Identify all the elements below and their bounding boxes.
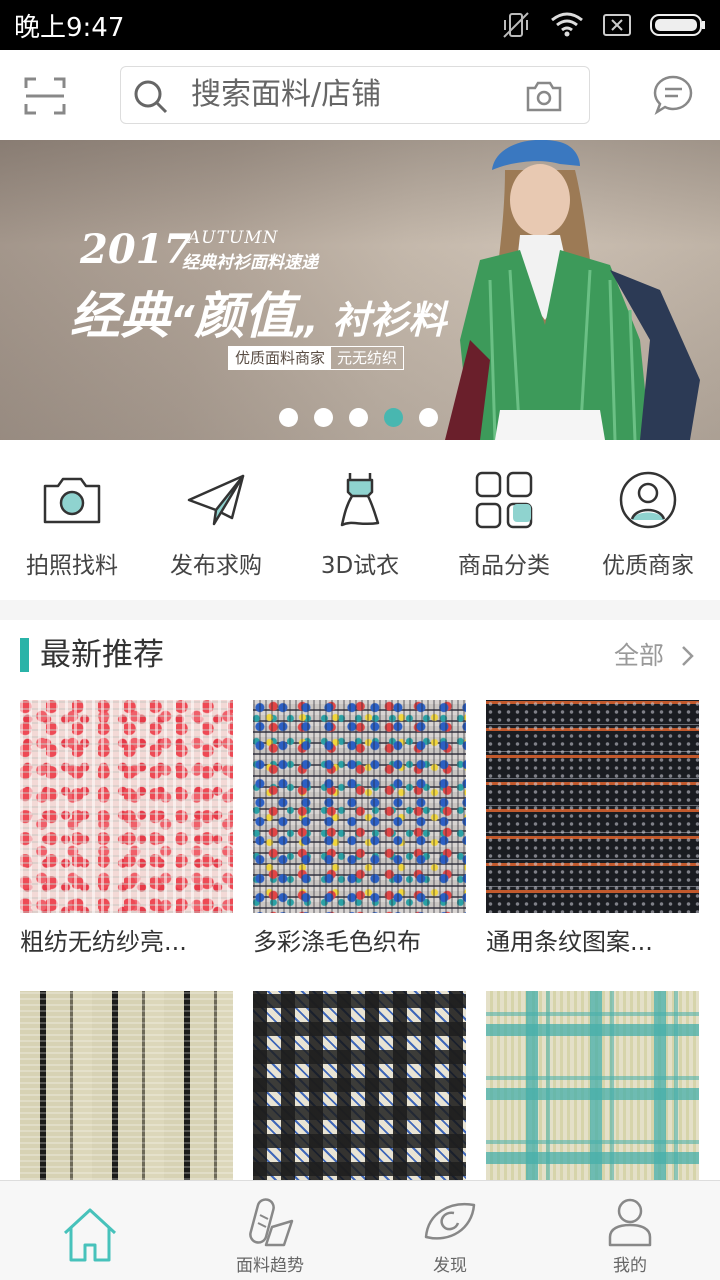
scan-icon [24,77,66,115]
status-time: 晚上9:47 [14,12,125,43]
profile-icon [608,1198,652,1247]
wifi-icon [551,12,583,37]
carousel-dot[interactable] [314,408,333,427]
banner-subtitle: 经典衬衫面料速递 [182,253,318,273]
search-bar[interactable]: 搜索面料/店铺 [120,66,590,124]
paper-plane-icon [187,474,245,526]
carousel-dot[interactable] [279,408,298,427]
banner-tags: 优质面料商家 元无纺织 [228,346,405,370]
vibrate-off-icon [503,12,529,38]
product-name[interactable]: 通用条纹图案... [486,925,699,959]
product-card[interactable] [20,991,233,1180]
product-image[interactable] [20,991,233,1180]
home-icon [63,1208,117,1262]
section-header: 最新推荐 全部 [0,620,720,692]
product-card[interactable] [486,991,699,1180]
dress-icon [340,473,380,527]
quick-categories[interactable]: 商品分类 [432,440,576,600]
tab-profile[interactable]: 我的 [540,1181,720,1280]
quick-post-request[interactable]: 发布求购 [144,440,288,600]
banner-headline: 经典“颜值„ 衬衫料 [70,287,447,345]
product-image[interactable] [20,700,233,913]
quick-merchants[interactable]: 优质商家 [576,440,720,600]
quick-3d-fitting[interactable]: 3D试衣 [288,440,432,600]
battery-icon [650,14,705,36]
scan-button[interactable] [22,74,68,118]
product-name[interactable]: 多彩涤毛色织布 [253,925,466,959]
quick-photo-search[interactable]: 拍照找料 [0,440,144,600]
banner-season: AUTUMN [188,228,279,248]
top-header: 搜索面料/店铺 [0,50,720,140]
tab-home[interactable] [0,1181,180,1280]
product-card[interactable] [253,991,466,1180]
carousel-dot[interactable] [349,408,368,427]
banner-year: 2017 [80,226,192,273]
carousel-dot[interactable] [419,408,438,427]
banner-tag-brand: 元无纺织 [337,349,398,367]
camera-search-icon[interactable] [525,79,563,113]
product-image[interactable] [486,700,699,913]
chat-icon [653,75,693,116]
sim-off-icon [603,14,631,36]
merchant-icon [619,471,677,529]
product-card[interactable]: 通用条纹图案... [486,700,699,959]
product-image[interactable] [253,991,466,1180]
product-image[interactable] [486,991,699,1180]
carousel-dot-active[interactable] [384,408,403,427]
tab-fabric-trend[interactable]: 面料趋势 [180,1181,360,1280]
search-input[interactable]: 搜索面料/店铺 [191,75,381,115]
carousel-indicator [279,408,438,427]
latest-recommend: 最新推荐 全部 粗纺无纺纱亮... 多彩涤毛色织布 通用条纹图案... [0,620,720,1180]
search-icon [134,80,168,114]
section-title: 最新推荐 [40,637,164,673]
message-button[interactable] [652,74,694,116]
product-card[interactable]: 多彩涤毛色织布 [253,700,466,959]
promo-banner[interactable]: 2017 AUTUMN 经典衬衫面料速递 经典“颜值„ 衬衫料 优质面料商家 元… [0,140,720,440]
discover-icon [424,1203,476,1240]
view-all-link[interactable]: 全部 [614,640,664,672]
status-bar: 晚上9:47 [0,0,720,50]
grid-icon [475,471,533,529]
chevron-right-icon[interactable] [680,644,696,668]
tab-discover[interactable]: 发现 [360,1181,540,1280]
camera-icon [43,477,101,524]
product-name[interactable]: 粗纺无纺纱亮... [20,925,233,959]
product-card[interactable]: 粗纺无纺纱亮... [20,700,233,959]
product-image[interactable] [253,700,466,913]
fabric-trend-icon [249,1198,294,1247]
quick-menu: 拍照找料 发布求购 3D试衣 商品分类 优质商家 [0,440,720,600]
banner-tag-merchant: 优质面料商家 [229,347,332,369]
bottom-tab-bar: 面料趋势 发现 我的 [0,1180,720,1280]
status-icons [500,11,706,39]
